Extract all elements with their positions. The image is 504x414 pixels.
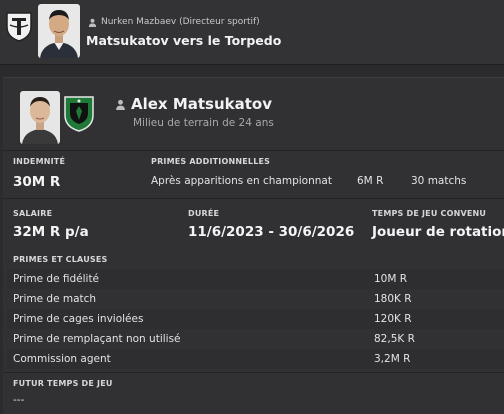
clauses-label: PRIMES ET CLAUSES [13, 255, 108, 264]
clause-row: Prime de cages inviolées 120K R [7, 309, 504, 329]
director-photo[interactable] [38, 4, 80, 58]
torpedo-club-logo [6, 12, 32, 42]
fee-value: 30M R [13, 174, 61, 190]
message-title: Matsukatov vers le Torpedo [86, 33, 282, 48]
duration-value: 11/6/2023 - 30/6/2026 [188, 224, 355, 240]
clause-value: 120K R [374, 313, 412, 325]
playing-time-label: TEMPS DE JEU CONVENU [372, 209, 487, 218]
duration-label: DURÉE [188, 209, 220, 218]
salary-value: 32M R p/a [13, 224, 89, 240]
clause-value: 3,2M R [374, 353, 411, 365]
bonus-amount: 6M R [357, 175, 384, 187]
message-header: Nurken Mazbaev (Directeur sportif) Matsu… [0, 0, 504, 65]
clause-name: Prime de remplaçant non utilisé [13, 333, 181, 345]
clause-value: 10M R [374, 273, 408, 285]
transfer-details-panel: Alex Matsukatov Milieu de terrain de 24 … [3, 77, 504, 414]
divider [3, 150, 504, 151]
salary-label: SALAIRE [13, 209, 53, 218]
clause-row: Prime de fidélité 10M R [7, 269, 504, 289]
sender-name[interactable]: Nurken Mazbaev (Directeur sportif) [101, 17, 260, 27]
header-sender: Nurken Mazbaev (Directeur sportif) [88, 17, 260, 27]
clause-row: Commission agent 3,2M R [7, 349, 504, 369]
krasnodar-club-badge[interactable] [61, 93, 97, 133]
divider [3, 198, 504, 199]
player-role: Milieu de terrain de 24 ans [133, 117, 274, 129]
future-playing-time-label: FUTUR TEMPS DE JEU [13, 379, 113, 388]
clause-value: 82,5K R [374, 333, 415, 345]
bonus-count: 30 matchs [411, 175, 467, 187]
fee-label: INDEMNITÉ [13, 157, 66, 166]
clause-name: Prime de fidélité [13, 273, 100, 285]
clause-row: Prime de remplaçant non utilisé 82,5K R [7, 329, 504, 349]
person-icon [116, 99, 125, 110]
player-photo[interactable] [20, 91, 60, 144]
clause-row: Prime de match 180K R [7, 289, 504, 309]
clause-name: Commission agent [13, 353, 111, 365]
divider [3, 372, 504, 373]
clause-name: Prime de match [13, 293, 97, 305]
playing-time-value: Joueur de rotation [372, 224, 504, 240]
player-name[interactable]: Alex Matsukatov [115, 95, 272, 113]
player-name-text[interactable]: Alex Matsukatov [131, 95, 272, 113]
clause-value: 180K R [374, 293, 412, 305]
person-icon [88, 18, 97, 27]
clause-name: Prime de cages inviolées [13, 313, 144, 325]
bonuses-label: PRIMES ADDITIONNELLES [151, 157, 271, 166]
future-playing-time-value: --- [13, 394, 25, 406]
bonus-item: Après apparitions en championnat [151, 175, 332, 187]
